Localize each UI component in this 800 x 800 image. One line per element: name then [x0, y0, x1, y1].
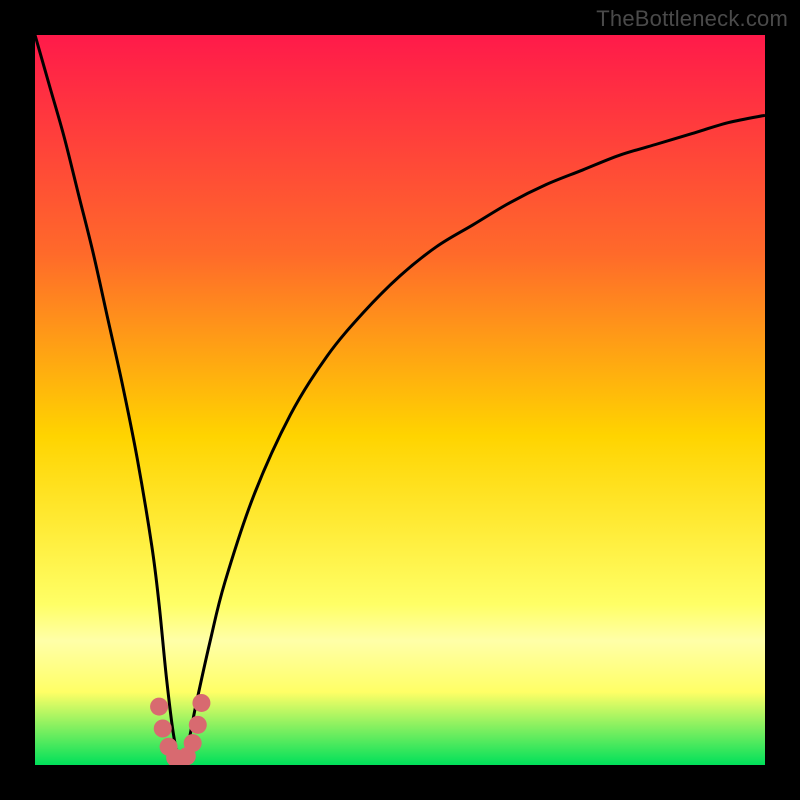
watermark-text: TheBottleneck.com — [596, 6, 788, 32]
optimum-marker — [189, 716, 207, 734]
optimum-marker — [154, 720, 172, 738]
optimum-marker — [150, 698, 168, 716]
chart-svg — [35, 35, 765, 765]
chart-frame: TheBottleneck.com — [0, 0, 800, 800]
optimum-marker — [184, 734, 202, 752]
plot-area — [35, 35, 765, 765]
optimum-marker — [192, 694, 210, 712]
